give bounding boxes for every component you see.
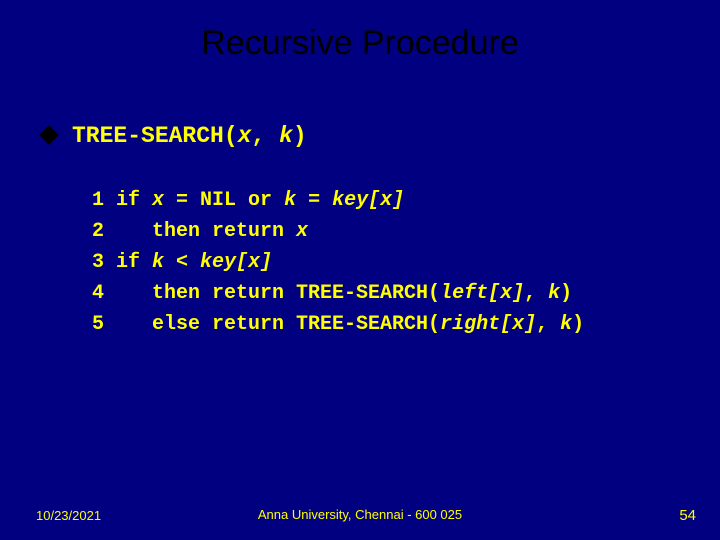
line2-x: x bbox=[296, 220, 308, 243]
line5-prefix: 5 else return TREE-SEARCH( bbox=[92, 313, 440, 336]
line1-k: k bbox=[284, 189, 296, 212]
diamond-bullet-icon bbox=[39, 125, 59, 145]
proc-name: TREE-SEARCH( bbox=[72, 123, 238, 149]
line4-leftx: left[x] bbox=[440, 282, 524, 305]
line3-mid: < bbox=[164, 251, 200, 274]
code-line-3: 3 if k < key[x] bbox=[92, 247, 690, 278]
arg-x: x bbox=[238, 123, 252, 149]
line3-keyx: key[x] bbox=[200, 251, 272, 274]
line2-prefix: 2 then return bbox=[92, 220, 296, 243]
line1-x: x bbox=[152, 189, 164, 212]
line1-prefix: 1 if bbox=[92, 189, 152, 212]
line4-prefix: 4 then return TREE-SEARCH( bbox=[92, 282, 440, 305]
code-line-2: 2 then return x bbox=[92, 216, 690, 247]
line5-k: k bbox=[560, 313, 572, 336]
procedure-signature: TREE-SEARCH(x, k) bbox=[72, 123, 307, 149]
footer-page-number: 54 bbox=[679, 507, 696, 524]
line1-mid2: = bbox=[296, 189, 332, 212]
line1-mid1: = NIL or bbox=[164, 189, 284, 212]
line4-close: ) bbox=[560, 282, 572, 305]
line5-rightx: right[x] bbox=[440, 313, 536, 336]
footer-date: 10/23/2021 bbox=[36, 508, 101, 523]
slide-title: Recursive Procedure bbox=[0, 0, 720, 63]
pseudocode-block: 1 if x = NIL or k = key[x] 2 then return… bbox=[42, 185, 690, 340]
arg-sep: , bbox=[251, 123, 279, 149]
line3-prefix: 3 if bbox=[92, 251, 152, 274]
line3-k: k bbox=[152, 251, 164, 274]
proc-close: ) bbox=[293, 123, 307, 149]
code-line-5: 5 else return TREE-SEARCH(right[x], k) bbox=[92, 309, 690, 340]
code-line-4: 4 then return TREE-SEARCH(left[x], k) bbox=[92, 278, 690, 309]
slide-content: TREE-SEARCH(x, k) 1 if x = NIL or k = ke… bbox=[0, 63, 720, 340]
line5-sep: , bbox=[536, 313, 560, 336]
arg-k: k bbox=[279, 123, 293, 149]
line4-sep: , bbox=[524, 282, 548, 305]
footer-affiliation: Anna University, Chennai - 600 025 bbox=[258, 507, 462, 522]
slide-footer: 10/23/2021 Anna University, Chennai - 60… bbox=[0, 507, 720, 524]
line4-k: k bbox=[548, 282, 560, 305]
line5-close: ) bbox=[572, 313, 584, 336]
procedure-heading: TREE-SEARCH(x, k) bbox=[42, 123, 690, 149]
line1-keyx: key[x] bbox=[332, 189, 404, 212]
code-line-1: 1 if x = NIL or k = key[x] bbox=[92, 185, 690, 216]
